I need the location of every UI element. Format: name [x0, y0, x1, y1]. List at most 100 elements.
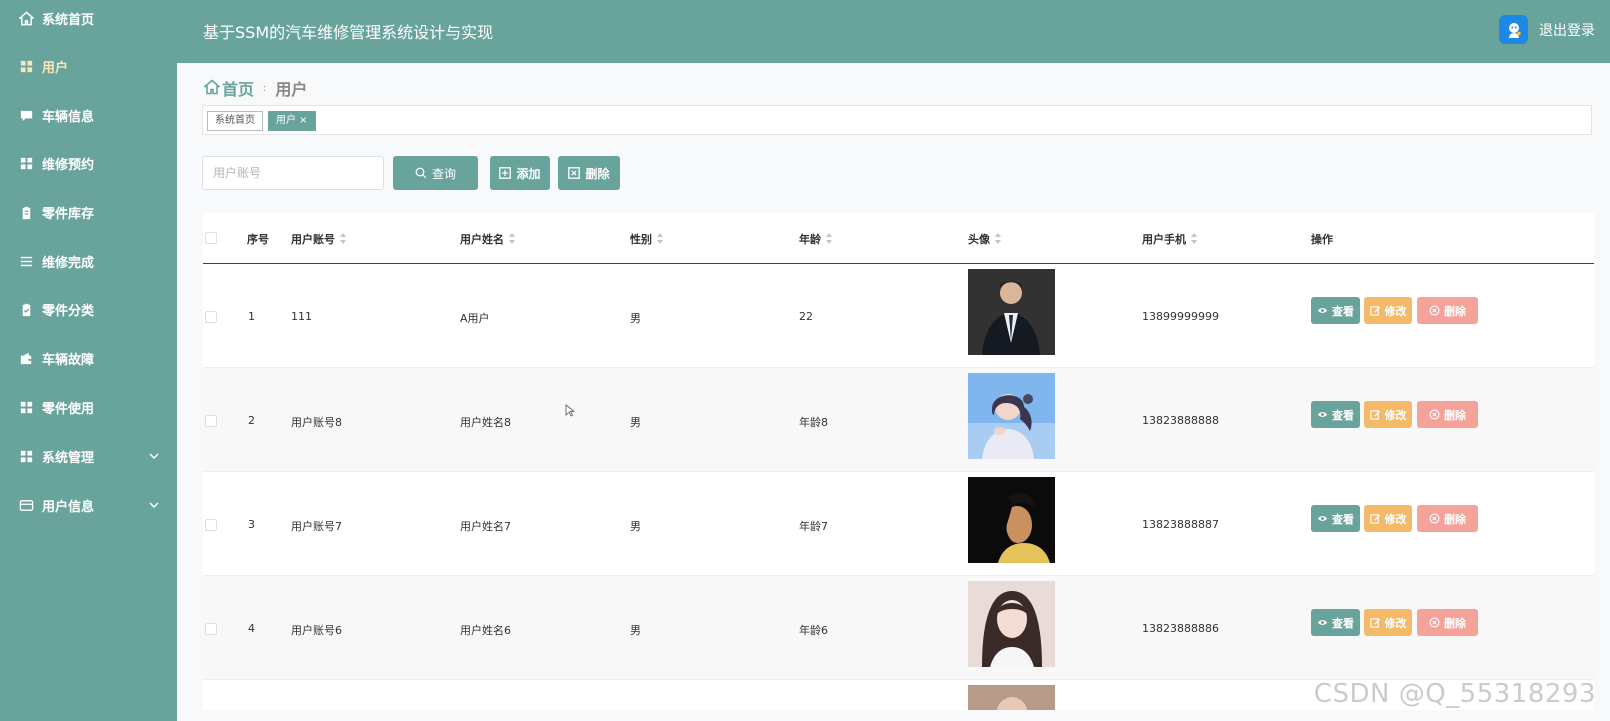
avatar-photo[interactable] [968, 373, 1055, 459]
sidebar-item-repair-done[interactable]: 维修完成 [0, 241, 177, 281]
sidebar-item-user-info[interactable]: 用户信息 [0, 485, 177, 525]
grid-icon [18, 155, 34, 171]
delete-button[interactable]: 删除 [1417, 609, 1478, 636]
header-name[interactable]: 用户姓名 [460, 231, 516, 247]
breadcrumb-separator: ː [263, 82, 267, 94]
wallet-icon [18, 350, 34, 366]
sidebar-item-label: 维修完成 [42, 255, 95, 271]
sidebar-item-parts-usage[interactable]: 零件使用 [0, 387, 177, 427]
header-avatar[interactable]: 头像 [968, 231, 1002, 247]
sidebar-item-label: 系统首页 [42, 12, 95, 28]
sidebar-item-label: 系统管理 [42, 450, 95, 466]
search-button[interactable]: 查询 [393, 156, 478, 190]
sort-icon[interactable] [657, 233, 664, 245]
cell-age: 年龄6 [799, 624, 828, 637]
header-phone[interactable]: 用户手机 [1142, 231, 1198, 247]
avatar-photo[interactable] [968, 581, 1055, 667]
sort-icon[interactable] [826, 233, 833, 245]
sidebar-item-repair-booking[interactable]: 维修预约 [0, 143, 177, 183]
table-row: 3 用户账号7 用户姓名7 男 年龄7 13823888887 查看 修改 删除 [203, 472, 1594, 576]
close-circle-icon [1429, 409, 1440, 420]
grid-icon [18, 58, 34, 74]
delete-button[interactable]: 删除 [1417, 401, 1478, 428]
sidebar-item-label: 车辆故障 [42, 352, 95, 368]
cell-phone: 13823888886 [1142, 622, 1219, 635]
header-account[interactable]: 用户账号 [291, 231, 347, 247]
search-input[interactable] [202, 156, 384, 190]
row-checkbox[interactable] [205, 519, 217, 531]
row-checkbox[interactable] [205, 623, 217, 635]
table-header: 序号 用户账号 用户姓名 性别 年龄 头像 用户手机 操作 [203, 213, 1594, 264]
view-button[interactable]: 查看 [1311, 609, 1360, 636]
avatar-photo[interactable] [968, 685, 1055, 710]
edit-button[interactable]: 修改 [1364, 297, 1412, 324]
tag-users[interactable]: 用户 × [268, 111, 316, 131]
cell-index: 4 [248, 622, 255, 635]
plus-square-icon [499, 167, 512, 179]
table-row: 4 用户账号6 用户姓名6 男 年龄6 13823888886 查看 修改 删除 [203, 576, 1594, 680]
close-circle-icon [1429, 617, 1440, 628]
sidebar-item-system-admin[interactable]: 系统管理 [0, 436, 177, 476]
breadcrumb-home[interactable]: 首页 [222, 76, 254, 100]
cell-age: 22 [799, 310, 813, 323]
cell-gender: 男 [630, 624, 641, 637]
sidebar-item-label: 维修预约 [42, 157, 95, 173]
sidebar-item-vehicle-fault[interactable]: 车辆故障 [0, 338, 177, 378]
cell-account: 用户账号8 [291, 416, 342, 429]
header-age[interactable]: 年龄 [799, 231, 833, 247]
header-gender[interactable]: 性别 [630, 231, 664, 247]
select-all-checkbox[interactable] [205, 232, 217, 244]
avatar-photo[interactable] [968, 477, 1055, 563]
chat-icon [18, 107, 34, 123]
sidebar-item-parts-category[interactable]: 零件分类 [0, 289, 177, 329]
sort-icon[interactable] [340, 233, 347, 245]
cell-phone: 13823888887 [1142, 518, 1219, 531]
cell-index: 3 [248, 518, 255, 531]
home-icon [202, 77, 222, 99]
cell-gender: 男 [630, 520, 641, 533]
sidebar-item-parts-stock[interactable]: 零件库存 [0, 192, 177, 232]
eye-icon [1317, 308, 1328, 313]
app-title: 基于SSM的汽车维修管理系统设计与实现 [203, 23, 494, 42]
row-checkbox[interactable] [205, 311, 217, 323]
breadcrumb-current: 用户 [275, 80, 308, 99]
view-button[interactable]: 查看 [1311, 505, 1360, 532]
sidebar-item-home[interactable]: 系统首页 [0, 0, 177, 38]
eye-icon [1317, 516, 1328, 521]
sort-icon[interactable] [509, 233, 516, 245]
search-button-label: 查询 [431, 166, 456, 181]
batch-delete-button[interactable]: 删除 [558, 156, 620, 190]
delete-button[interactable]: 删除 [1417, 505, 1478, 532]
cell-phone: 13823888888 [1142, 414, 1219, 427]
avatar-photo[interactable] [968, 269, 1055, 355]
sidebar-item-label: 零件使用 [42, 401, 95, 417]
cell-phone: 13899999999 [1142, 310, 1219, 323]
cell-index: 1 [248, 310, 255, 323]
add-button[interactable]: 添加 [490, 156, 550, 190]
sort-icon[interactable] [1191, 233, 1198, 245]
logout-link[interactable]: 退出登录 [1539, 20, 1595, 40]
edit-button[interactable]: 修改 [1364, 609, 1412, 636]
sidebar: 系统首页 用户 车辆信息 维修预约 零件库存 维修完成 零件分类 车辆故障 零件… [0, 0, 177, 721]
mouse-cursor-icon [565, 404, 575, 417]
delete-button[interactable]: 删除 [1417, 297, 1478, 324]
cell-gender: 男 [630, 416, 641, 429]
tag-home[interactable]: 系统首页 [207, 111, 263, 131]
eye-icon [1317, 412, 1328, 417]
edit-icon [1369, 618, 1380, 628]
edit-button[interactable]: 修改 [1364, 401, 1412, 428]
cell-name: 用户姓名6 [460, 624, 511, 637]
row-checkbox[interactable] [205, 415, 217, 427]
view-button[interactable]: 查看 [1311, 297, 1360, 324]
sort-icon[interactable] [995, 233, 1002, 245]
grid-icon [18, 448, 34, 464]
view-button[interactable]: 查看 [1311, 401, 1360, 428]
chevron-down-icon [149, 450, 159, 460]
avatar[interactable] [1499, 15, 1528, 44]
edit-button[interactable]: 修改 [1364, 505, 1412, 532]
sidebar-item-vehicle-info[interactable]: 车辆信息 [0, 95, 177, 135]
top-header: 基于SSM的汽车维修管理系统设计与实现 退出登录 [177, 0, 1610, 63]
sidebar-item-users[interactable]: 用户 [0, 46, 177, 86]
header-index: 序号 [247, 233, 269, 246]
tags-bar: 系统首页 用户 × [202, 105, 1592, 135]
